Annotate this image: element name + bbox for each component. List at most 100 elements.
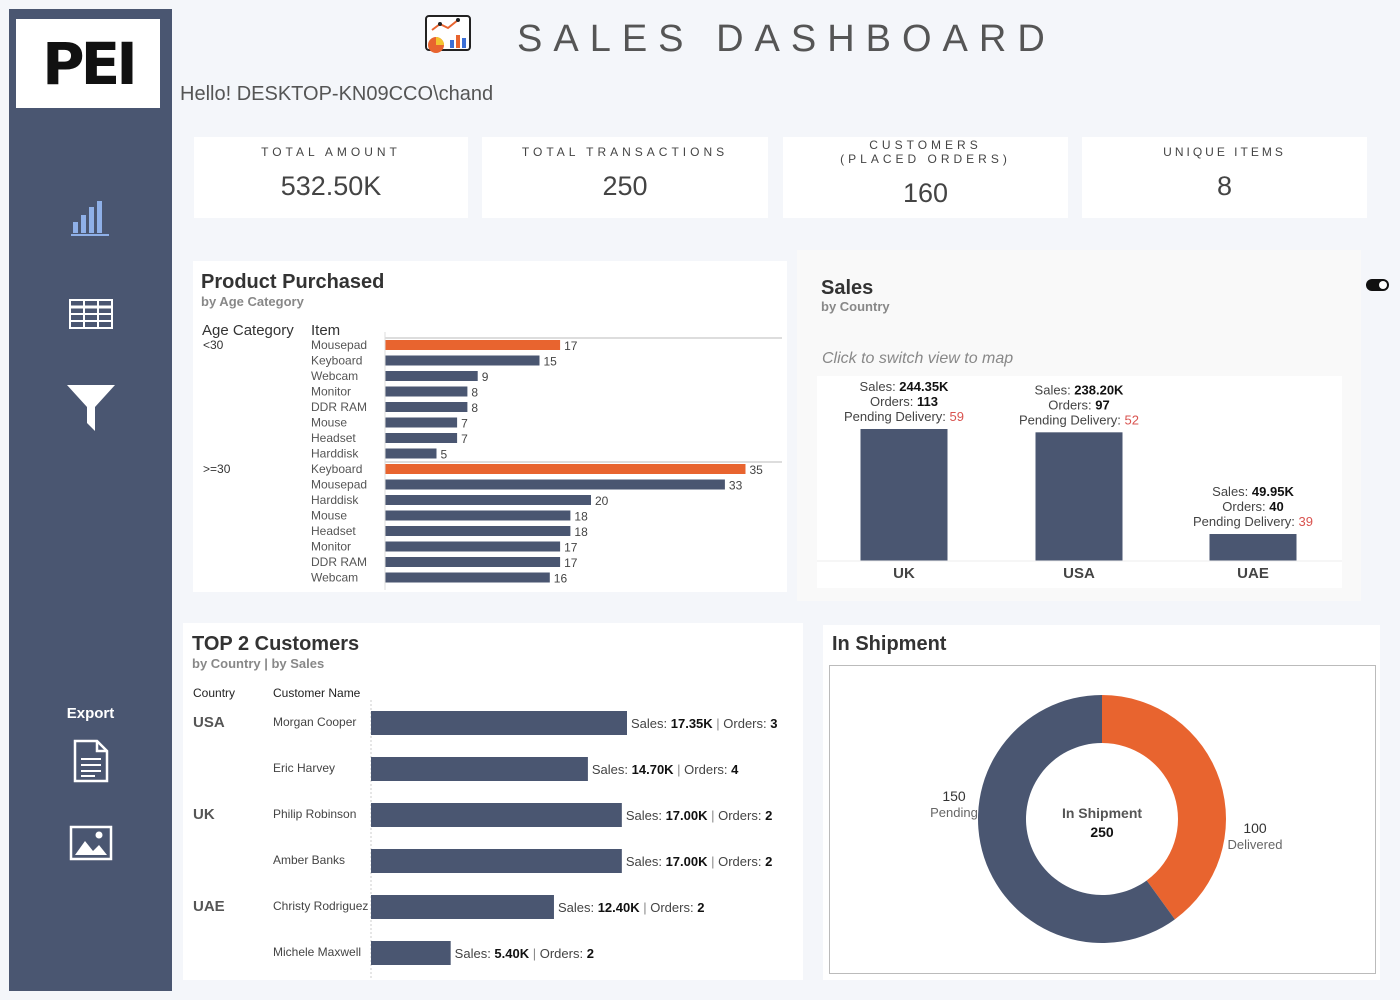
product-bar [385, 433, 458, 443]
customer-name-label: Christy Rodriguez [273, 899, 368, 913]
item-label: Webcam [311, 571, 358, 585]
donut-center-label: In Shipment [1062, 805, 1142, 821]
col-customer-name: Customer Name [273, 686, 361, 700]
item-label: Mousepad [311, 478, 367, 492]
bar-value-label: 18 [574, 525, 588, 539]
item-label: Harddisk [311, 493, 359, 507]
country-label: UK [893, 565, 915, 582]
product-bar [385, 557, 561, 567]
customers-panel-subtitle: by Country | by Sales [192, 656, 325, 671]
shipment-panel-title: In Shipment [832, 633, 947, 655]
sales-by-country-chart[interactable]: UK Sales: 244.35KOrders: 113 Pending Deliv… [797, 370, 1361, 600]
kpi-value: 532.50K [280, 171, 382, 201]
product-bar [385, 572, 550, 583]
sales-panel-title: Sales [821, 277, 874, 299]
bar-chart-icon[interactable] [70, 197, 111, 237]
product-bar [385, 510, 571, 521]
sidebar: PEI Export [9, 9, 172, 991]
product-bar [385, 371, 478, 381]
product-bar [385, 479, 725, 490]
bar-value-label: 15 [544, 355, 558, 369]
item-label: Webcam [311, 369, 358, 383]
orders-label: Orders: 40 [1222, 499, 1283, 514]
kpi-value: 8 [1216, 171, 1233, 201]
customer-bar [371, 757, 588, 781]
kpi-label: TOTAL AMOUNT [261, 145, 401, 159]
col-country: Country [193, 686, 236, 700]
document-icon[interactable] [73, 739, 109, 783]
item-label: Headset [311, 431, 356, 445]
item-label: Mouse [311, 509, 347, 523]
kpi-customers: CUSTOMERS (PLACED ORDERS) 160 [783, 137, 1068, 218]
country-label: UAE [193, 898, 225, 915]
orders-label: Orders: 97 [1048, 397, 1109, 412]
customer-value-label: Sales: 5.40K | Orders: 2 [455, 946, 594, 961]
customer-value-label: Sales: 17.00K | Orders: 2 [626, 854, 772, 869]
toggle-knob [1379, 281, 1387, 289]
pending-delivery-label: Pending Delivery: 52 [1019, 412, 1139, 427]
switch-to-map-link[interactable]: Click to switch view to map [822, 350, 1013, 368]
customer-name-label: Eric Harvey [273, 761, 335, 775]
bar-value-label: 18 [574, 510, 588, 524]
product-bar [385, 526, 571, 536]
orders-label: Orders: 113 [870, 394, 938, 409]
bar-value-label: 8 [471, 401, 478, 415]
item-label: Monitor [311, 540, 351, 554]
customer-bar [371, 711, 627, 735]
bar-value-label: 20 [595, 494, 609, 508]
bar-value-label: 8 [471, 386, 478, 400]
customer-bar [371, 803, 622, 827]
item-label: Monitor [311, 385, 351, 399]
page-title: SALES DASHBOARD [517, 18, 1056, 60]
kpi-unique-items: UNIQUE ITEMS 8 [1082, 137, 1367, 218]
country-label: USA [193, 714, 225, 731]
customer-name-label: Philip Robinson [273, 807, 356, 821]
item-label: Mousepad [311, 338, 367, 352]
image-icon[interactable] [69, 825, 113, 861]
pending-delivery-label: Pending Delivery: 39 [1193, 514, 1313, 529]
bar-value-label: 9 [482, 370, 489, 384]
kpi-total-amount: TOTAL AMOUNT 532.50K [194, 137, 468, 218]
customer-bar [371, 895, 554, 919]
sales-label: Sales: 244.35K [860, 379, 950, 394]
age-category-label: >=30 [203, 462, 231, 476]
customer-name-label: Morgan Cooper [273, 715, 356, 729]
bar-value-label: 35 [750, 463, 764, 477]
age-category-label: <30 [203, 338, 224, 352]
customers-panel-title: TOP 2 Customers [192, 633, 360, 655]
product-bar [385, 417, 458, 428]
product-bar [385, 386, 468, 397]
product-bar [385, 340, 561, 350]
product-bar [385, 495, 591, 505]
kpi-total-transactions: TOTAL TRANSACTIONS 250 [482, 137, 768, 218]
product-purchased-chart: <30 Mousepad 17 Keyboard 15 Webcam 9 Monitor 8 DD… [203, 332, 782, 590]
bar-value-label: 7 [461, 432, 468, 446]
product-bar [385, 541, 561, 552]
bar-value-label: 17 [564, 556, 578, 570]
filter-icon[interactable] [65, 383, 117, 433]
view-toggle[interactable] [1366, 279, 1389, 291]
customer-value-label: Sales: 17.00K | Orders: 2 [626, 808, 772, 823]
in-shipment-donut-chart[interactable]: In Shipment 250 150Pending 100Delivered [830, 666, 1375, 973]
kpi-label: UNIQUE ITEMS [1163, 145, 1286, 159]
kpi-label-sub: (PLACED ORDERS) [840, 152, 1011, 166]
table-icon[interactable] [68, 299, 113, 329]
sales-bar [1035, 432, 1123, 561]
dashboard-chart-icon [425, 15, 471, 53]
kpi-value: 160 [902, 178, 949, 208]
sales-label: Sales: 238.20K [1035, 382, 1125, 397]
bar-value-label: 17 [564, 339, 578, 353]
country-label: UAE [1237, 565, 1269, 582]
country-label: UK [193, 806, 215, 823]
greeting-text: Hello! DESKTOP-KN09CCO\chand [180, 83, 494, 105]
customer-name-label: Michele Maxwell [273, 945, 361, 959]
item-label: Keyboard [311, 462, 362, 476]
kpi-value: 250 [602, 171, 648, 201]
top-customers-chart: USA Morgan Cooper Sales: 17.35K | Orders: … [193, 700, 777, 978]
kpi-label: CUSTOMERS [869, 138, 982, 152]
logo-text: PEI [42, 29, 138, 98]
export-label: Export [66, 705, 115, 722]
pending-value: 150 [942, 788, 966, 804]
item-label: Keyboard [311, 354, 362, 368]
product-panel-subtitle: by Age Category [201, 294, 304, 309]
